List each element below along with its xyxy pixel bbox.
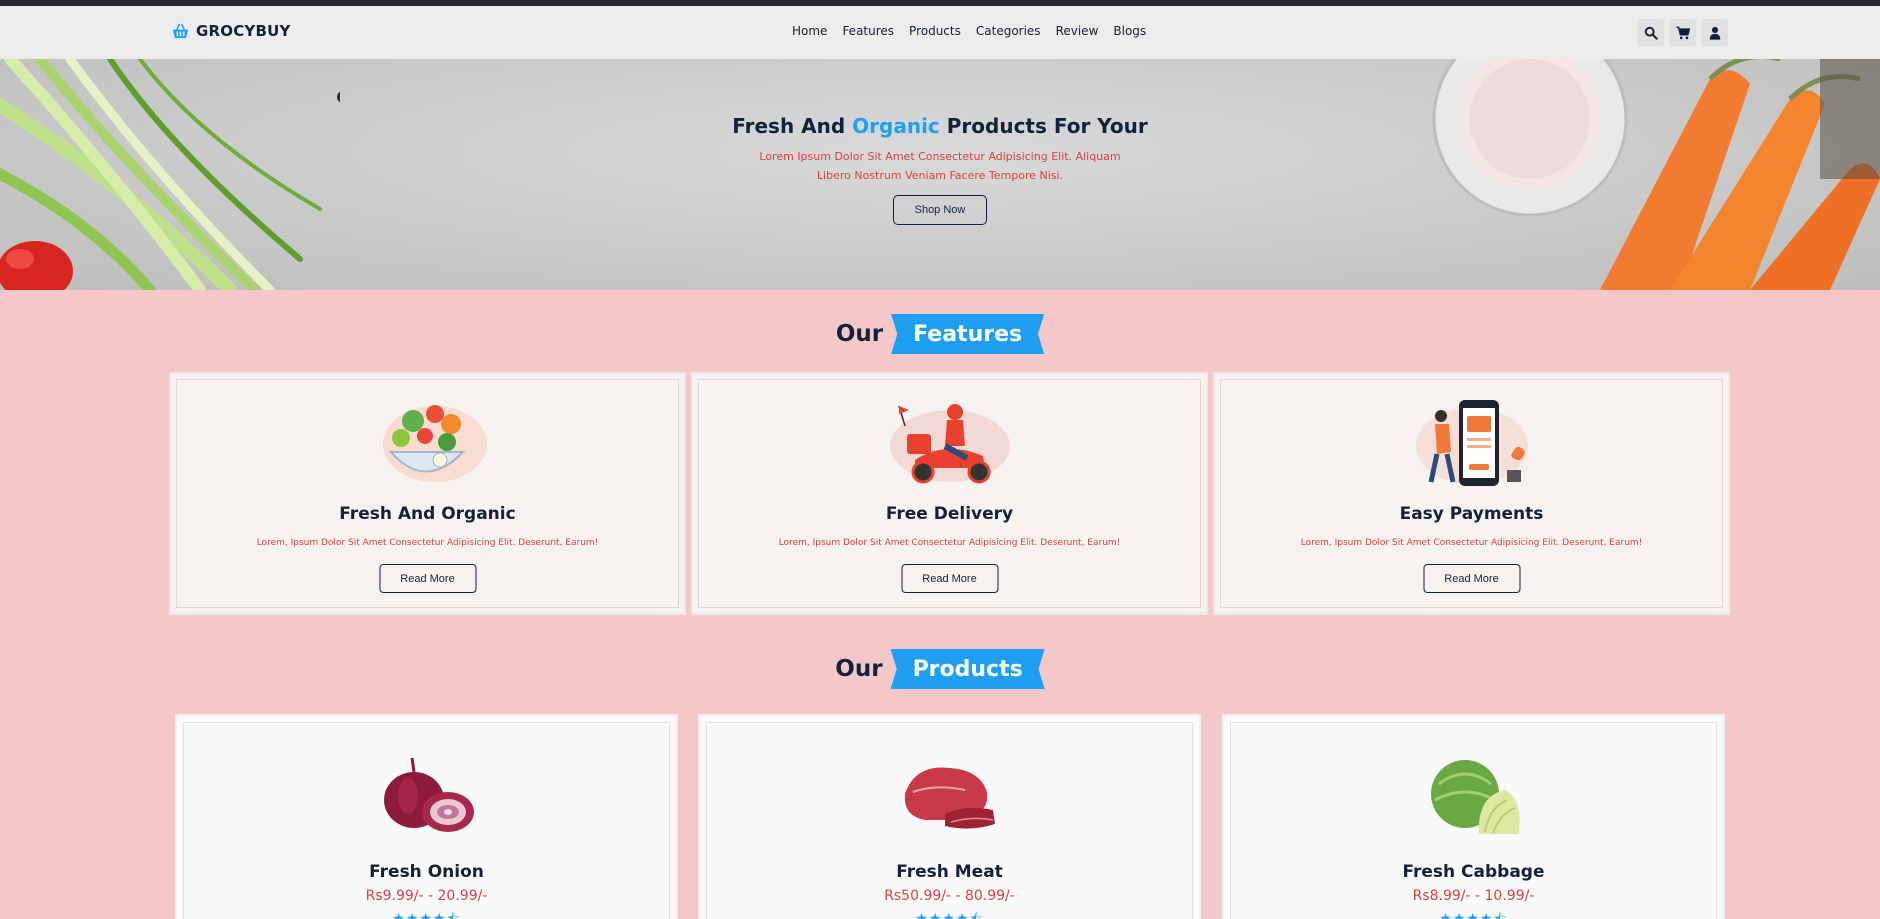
cart-icon bbox=[1675, 26, 1690, 39]
site-header: GROCYBUY Home Features Products Categori… bbox=[0, 6, 1880, 59]
brand-name: GROCYBUY bbox=[196, 22, 291, 40]
product-price: Rs50.99/- - 80.99/- bbox=[884, 888, 1015, 904]
product-name: Fresh Cabbage bbox=[1402, 862, 1545, 882]
feature-description: Lorem, Ipsum Dolor Sit Amet Consectetur … bbox=[256, 538, 599, 548]
products-heading-ribbon: Products bbox=[890, 649, 1045, 689]
hero-banner: Fresh And Organic Products For Your Lore… bbox=[0, 59, 1880, 290]
hero-title-highlight: Organic bbox=[852, 114, 940, 138]
hero-content: Fresh And Organic Products For Your Lore… bbox=[0, 114, 1880, 225]
meat-image bbox=[904, 767, 995, 829]
nav-products[interactable]: Products bbox=[909, 24, 961, 38]
cabbage-image bbox=[1430, 760, 1520, 835]
search-icon bbox=[1644, 26, 1658, 40]
hero-title: Fresh And Organic Products For Your bbox=[732, 114, 1148, 138]
feature-description: Lorem, Ipsum Dolor Sit Amet Consectetur … bbox=[778, 538, 1121, 548]
nav-features[interactable]: Features bbox=[842, 24, 894, 38]
nav-review[interactable]: Review bbox=[1056, 24, 1099, 38]
cart-button[interactable] bbox=[1669, 19, 1696, 46]
features-heading-ribbon: Features bbox=[891, 314, 1045, 354]
scooter-delivery-illustration bbox=[889, 404, 1010, 484]
basket-icon bbox=[172, 23, 189, 38]
nav-blogs[interactable]: Blogs bbox=[1113, 24, 1146, 38]
main-nav: Home Features Products Categories Review… bbox=[792, 24, 1161, 38]
user-icon bbox=[1709, 26, 1720, 40]
feature-description: Lorem, Ipsum Dolor Sit Amet Consectetur … bbox=[1300, 538, 1643, 548]
onion-image bbox=[383, 757, 474, 832]
read-more-button[interactable]: Read More bbox=[1423, 564, 1520, 593]
feature-card-delivery: Free Delivery Lorem, Ipsum Dolor Sit Ame… bbox=[693, 374, 1206, 613]
feature-title: Free Delivery bbox=[885, 504, 1014, 524]
products-heading: Our Products bbox=[0, 649, 1880, 689]
rating-stars-icon: ★★★★⯪ bbox=[1439, 911, 1508, 919]
feature-title: Fresh And Organic bbox=[339, 504, 516, 524]
header-actions bbox=[1637, 19, 1728, 46]
product-card[interactable]: Fresh Meat Rs50.99/- - 80.99/- ★★★★⯪ bbox=[700, 716, 1199, 919]
product-price: Rs9.99/- - 20.99/- bbox=[365, 888, 488, 904]
product-name: Fresh Onion bbox=[369, 862, 484, 882]
product-name: Fresh Meat bbox=[896, 862, 1003, 882]
phone-payment-illustration bbox=[1415, 400, 1528, 486]
feature-title: Easy Payments bbox=[1399, 504, 1544, 524]
nav-home[interactable]: Home bbox=[792, 24, 827, 38]
shop-now-button[interactable]: Shop Now bbox=[893, 195, 987, 225]
user-button[interactable] bbox=[1701, 19, 1728, 46]
feature-card-organic: Fresh And Organic Lorem, Ipsum Dolor Sit… bbox=[171, 374, 684, 613]
salad-bowl-illustration bbox=[382, 405, 487, 482]
product-price: Rs8.99/- - 10.99/- bbox=[1412, 888, 1535, 904]
product-card[interactable]: Fresh Cabbage Rs8.99/- - 10.99/- ★★★★⯪ bbox=[1224, 716, 1723, 919]
nav-categories[interactable]: Categories bbox=[976, 24, 1041, 38]
product-card[interactable]: Fresh Onion Rs9.99/- - 20.99/- ★★★★⯪ bbox=[177, 716, 676, 919]
search-button[interactable] bbox=[1637, 19, 1664, 46]
rating-stars-icon: ★★★★⯪ bbox=[392, 911, 461, 919]
rating-stars-icon: ★★★★⯪ bbox=[915, 911, 984, 919]
logo[interactable]: GROCYBUY bbox=[171, 22, 291, 40]
products-heading-prefix: Our bbox=[835, 656, 883, 682]
feature-card-payments: Easy Payments Lorem, Ipsum Dolor Sit Ame… bbox=[1215, 374, 1728, 613]
read-more-button[interactable]: Read More bbox=[901, 564, 998, 593]
read-more-button[interactable]: Read More bbox=[379, 564, 476, 593]
features-heading-prefix: Our bbox=[835, 321, 884, 347]
features-heading: Our Features bbox=[0, 314, 1880, 354]
hero-description: Lorem Ipsum Dolor Sit Amet Consectetur A… bbox=[759, 150, 1121, 182]
